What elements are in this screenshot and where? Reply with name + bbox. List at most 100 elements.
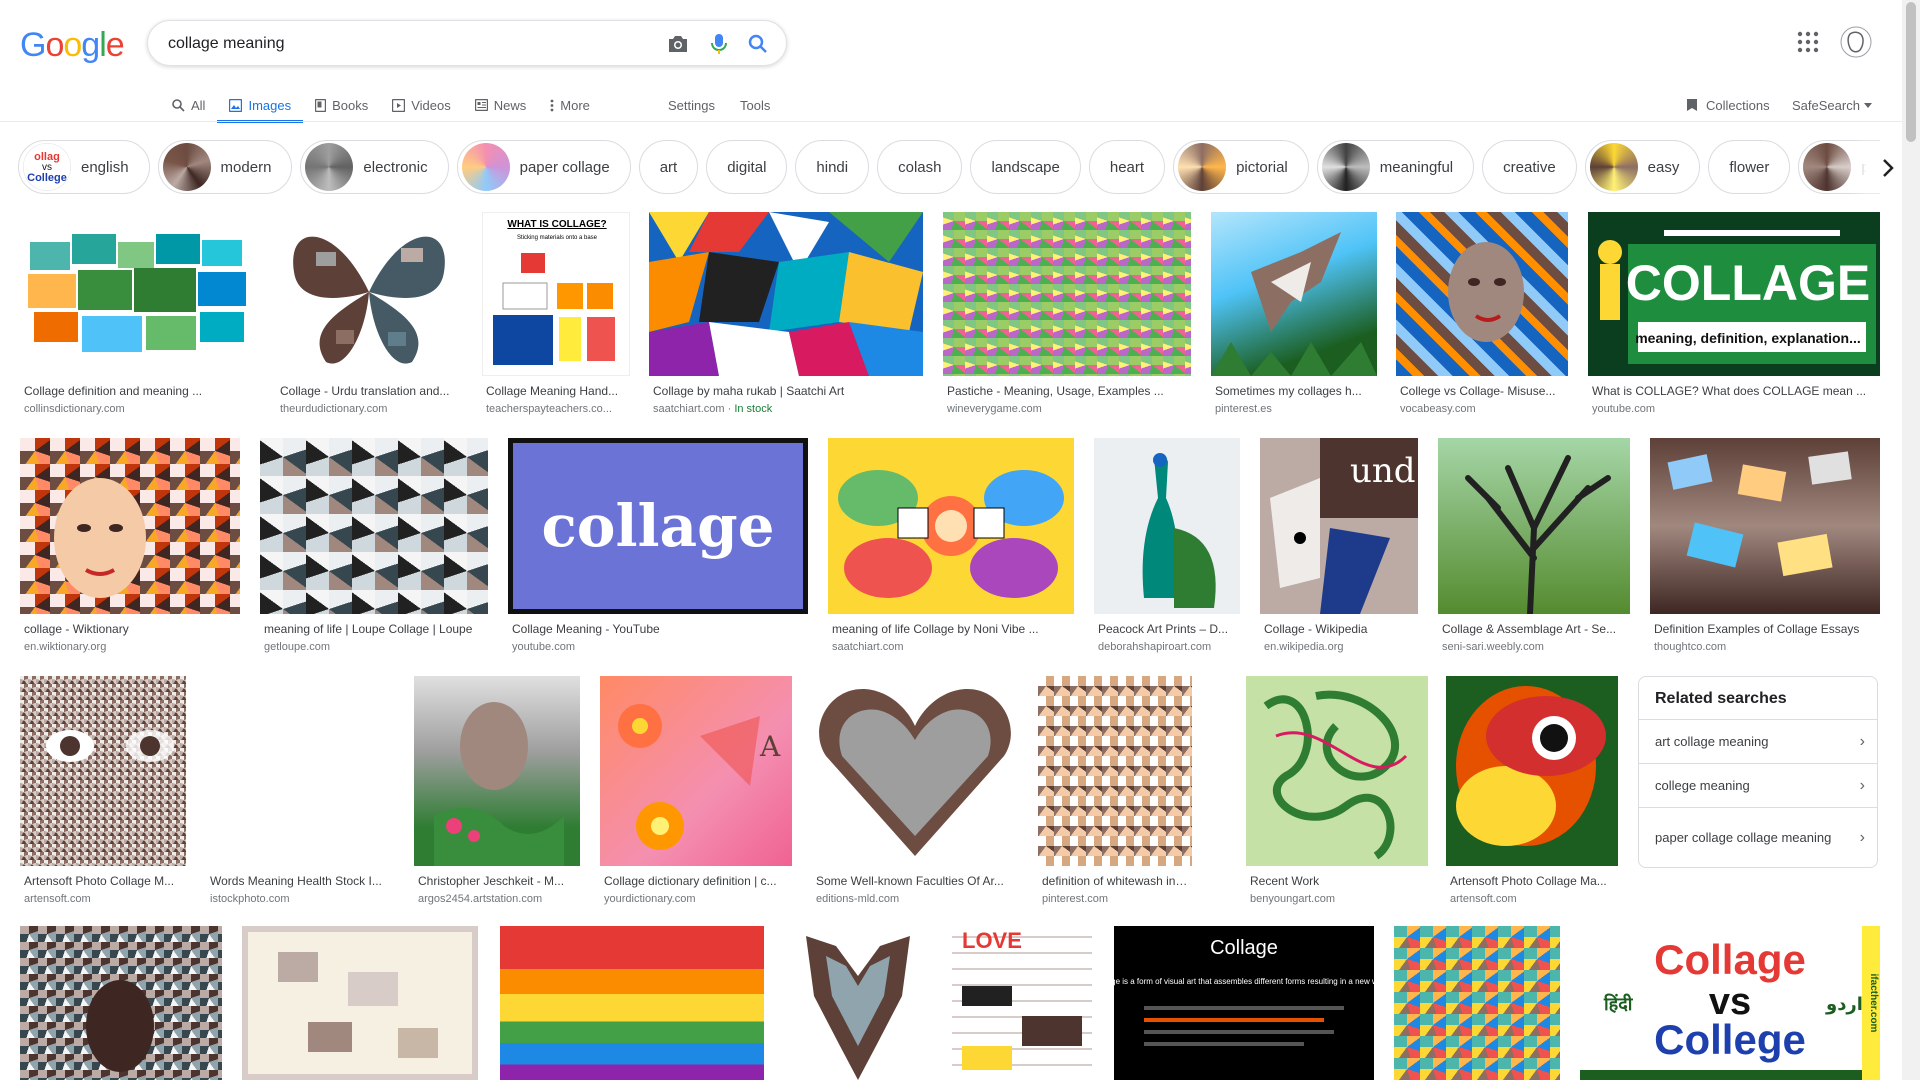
image-result[interactable]: ifacther.com Collage vs College हिंदी اردو xyxy=(1580,926,1880,1080)
collections-link[interactable]: Collections xyxy=(1686,90,1770,120)
chip-paper-collage[interactable]: paper collage xyxy=(456,140,631,194)
apps-icon[interactable] xyxy=(1796,30,1820,59)
result-thumbnail xyxy=(1094,438,1240,614)
tab-label: Videos xyxy=(411,97,451,113)
image-result[interactable]: Pastiche - Meaning, Usage, Examples ... … xyxy=(943,212,1191,416)
result-thumbnail: COLLAGE meaning, definition, explanation.… xyxy=(1588,212,1880,376)
page-scrollbar[interactable] xyxy=(1902,0,1920,1080)
chip-label: electronic xyxy=(363,158,428,176)
chip-thumbnail xyxy=(162,143,211,191)
image-result[interactable]: Definition Examples of Collage Essays th… xyxy=(1650,438,1880,653)
related-search-item[interactable]: paper collage collage meaning › xyxy=(1639,807,1877,867)
result-thumbnail xyxy=(20,212,256,376)
image-result[interactable]: Artensoft Photo Collage M... artensoft.c… xyxy=(20,676,186,905)
tab-more[interactable]: More xyxy=(538,90,602,120)
chip-electronic[interactable]: electronic xyxy=(300,140,449,194)
image-result[interactable]: Artensoft Photo Collage Ma... artensoft.… xyxy=(1446,676,1618,905)
image-result[interactable]: Collage Collage is a form of visual art t… xyxy=(1114,926,1374,1080)
chip-thumbnail xyxy=(1589,143,1638,191)
image-result[interactable]: Words Meaning Health Stock I... istockph… xyxy=(206,676,394,905)
image-result[interactable]: A Collage dictionary definition | c... y… xyxy=(600,676,792,905)
image-result[interactable]: meaning of life Collage by Noni Vibe ...… xyxy=(828,438,1074,653)
tab-videos[interactable]: Videos xyxy=(380,90,463,120)
thumb-text: WHAT IS COLLAGE? xyxy=(507,219,606,230)
result-thumbnail xyxy=(414,676,580,866)
scrollbar-thumb[interactable] xyxy=(1906,2,1916,142)
tab-images[interactable]: Images xyxy=(217,90,304,123)
chip-art[interactable]: art xyxy=(638,140,699,194)
image-result[interactable]: Collage by maha rukab | Saatchi Art saat… xyxy=(649,212,923,416)
search-input[interactable] xyxy=(166,31,630,57)
safesearch-dropdown[interactable]: SafeSearch xyxy=(1792,90,1872,120)
result-caption: meaning of life | Loupe Collage | Loupe xyxy=(264,622,473,636)
result-thumbnail xyxy=(1211,212,1377,376)
image-result[interactable]: Collage definition and meaning ... colli… xyxy=(20,212,256,416)
image-result[interactable]: collage - Wiktionary en.wiktionary.org xyxy=(20,438,240,653)
result-caption: Collage - Urdu translation and... xyxy=(280,384,450,398)
result-source: deborahshapiroart.com xyxy=(1098,641,1212,653)
image-result[interactable] xyxy=(242,926,478,1080)
tab-label: Images xyxy=(248,97,292,113)
bookmark-icon xyxy=(1687,99,1697,111)
image-result[interactable]: WHAT IS COLLAGE? Sticking materials onto … xyxy=(482,212,630,416)
chip-heart[interactable]: heart xyxy=(1088,140,1166,194)
image-result[interactable]: Christopher Jeschkeit - M... argos2454.a… xyxy=(414,676,580,905)
result-source: saatchiart.com · In stock xyxy=(653,403,773,415)
chip-english[interactable]: ollag vs College english xyxy=(18,140,150,194)
chip-meaningful[interactable]: meaningful xyxy=(1316,140,1475,194)
image-result[interactable]: Collage - Urdu translation and... theurd… xyxy=(276,212,462,416)
image-result[interactable]: collage Collage Meaning - YouTube youtub… xyxy=(508,438,808,653)
image-result[interactable]: Recent Work benyoungart.com xyxy=(1246,676,1428,905)
related-search-item[interactable]: art collage meaning › xyxy=(1639,719,1877,763)
result-thumbnail xyxy=(1038,676,1192,866)
result-source: wineverygame.com xyxy=(947,403,1042,415)
tab-books[interactable]: Books xyxy=(303,90,380,120)
chip-colash[interactable]: colash xyxy=(877,140,963,194)
chip-creative[interactable]: creative xyxy=(1482,140,1577,194)
image-result[interactable]: COLLAGE meaning, definition, explanation.… xyxy=(1588,212,1880,416)
image-result[interactable] xyxy=(786,926,930,1080)
chip-pictorial[interactable]: pictorial xyxy=(1173,140,1309,194)
settings-link[interactable]: Settings xyxy=(668,90,715,120)
result-caption: Pastiche - Meaning, Usage, Examples ... xyxy=(947,384,1164,398)
result-caption: Collage & Assemblage Art - Se... xyxy=(1442,622,1617,636)
image-result[interactable]: College vs Collage- Misuse... vocabeasy.… xyxy=(1396,212,1568,416)
camera-icon[interactable] xyxy=(666,32,690,56)
result-caption: Collage definition and meaning ... xyxy=(24,384,203,398)
image-result[interactable]: und Collage - Wikipedia en.wikipedia.org xyxy=(1260,438,1418,653)
avatar[interactable] xyxy=(1840,26,1872,63)
chip-modern[interactable]: modern xyxy=(157,140,293,194)
chip-easy[interactable]: easy xyxy=(1584,140,1701,194)
book-icon xyxy=(315,98,327,112)
result-source: benyoungart.com xyxy=(1250,893,1335,905)
image-result[interactable]: Collage & Assemblage Art - Se... seni-sa… xyxy=(1438,438,1630,653)
chip-label: pictorial xyxy=(1236,158,1288,176)
result-caption: definition of whitewash in Engl... xyxy=(1042,874,1188,888)
result-thumbnail xyxy=(242,926,478,1080)
chip-label: modern xyxy=(220,158,272,176)
google-logo[interactable]: Google xyxy=(20,26,125,65)
image-result[interactable]: Some Well-known Faculties Of Ar... editi… xyxy=(812,676,1018,905)
image-result[interactable]: Peacock Art Prints – D... deborahshapiro… xyxy=(1094,438,1240,653)
result-thumbnail xyxy=(1438,438,1630,614)
chip-hindi[interactable]: hindi xyxy=(795,140,870,194)
chip-digital[interactable]: digital xyxy=(706,140,788,194)
image-result[interactable] xyxy=(500,926,764,1080)
search-icon[interactable] xyxy=(746,32,770,56)
tab-all[interactable]: All xyxy=(160,90,217,120)
image-result[interactable] xyxy=(20,926,222,1080)
related-search-item[interactable]: college meaning › xyxy=(1639,763,1877,807)
image-result[interactable]: LOVE xyxy=(952,926,1092,1080)
tab-news[interactable]: News xyxy=(463,90,539,120)
result-caption: Artensoft Photo Collage M... xyxy=(24,874,175,888)
chip-landscape[interactable]: landscape xyxy=(970,140,1081,194)
logo-letter: G xyxy=(20,26,46,64)
tools-link[interactable]: Tools xyxy=(740,90,770,120)
image-result[interactable] xyxy=(1394,926,1560,1080)
image-result[interactable]: definition of whitewash in Engl... pinte… xyxy=(1038,676,1192,905)
thumb-text: ifacther.com xyxy=(1868,974,1879,1033)
image-result[interactable]: meaning of life | Loupe Collage | Loupe … xyxy=(260,438,488,653)
mic-icon[interactable] xyxy=(707,32,731,56)
chip-flower[interactable]: flower xyxy=(1708,140,1791,194)
image-result[interactable]: Sometimes my collages h... pinterest.es xyxy=(1211,212,1377,416)
